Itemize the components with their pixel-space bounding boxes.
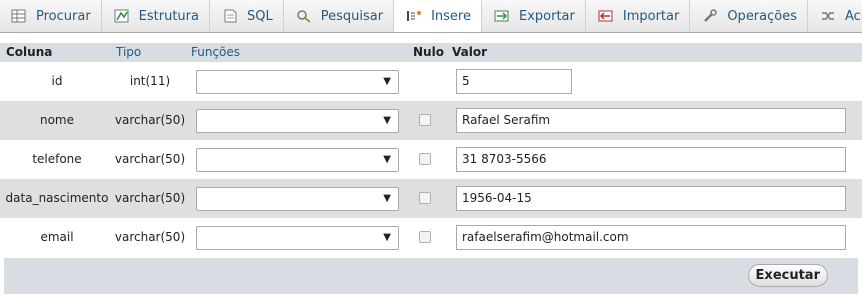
- chevron-down-icon: ▼: [383, 115, 391, 126]
- operations-icon: [702, 9, 718, 23]
- null-checkbox[interactable]: [419, 153, 431, 165]
- execute-button[interactable]: Executar: [747, 264, 828, 287]
- column-name: telefone: [32, 152, 82, 166]
- tab-estrutura-label: Estrutura: [138, 8, 199, 24]
- column-type: varchar(50): [114, 230, 186, 244]
- tab-acoes[interactable]: Acio: [808, 0, 862, 32]
- table-row: nome varchar(50) ▼ Rafael Serafim: [0, 101, 862, 140]
- value-input[interactable]: 1956-04-15: [456, 186, 846, 211]
- header-valor: Valor: [452, 45, 488, 59]
- tab-estrutura[interactable]: Estrutura: [101, 0, 210, 32]
- header-funcoes[interactable]: Funções: [191, 45, 240, 59]
- header-tipo[interactable]: Tipo: [116, 45, 141, 59]
- tab-importar-label: Importar: [622, 8, 680, 24]
- function-select[interactable]: ▼: [196, 148, 399, 172]
- null-checkbox[interactable]: [419, 231, 431, 243]
- tab-procurar[interactable]: Procurar: [0, 0, 102, 32]
- value-input[interactable]: Rafael Serafim: [456, 108, 846, 133]
- export-icon: [494, 9, 510, 23]
- column-name: nome: [39, 113, 75, 127]
- search-icon: [296, 9, 312, 23]
- table-row: data_nascimento varchar(50) ▼ 1956-04-15: [0, 179, 862, 218]
- column-name: data_nascimento: [5, 191, 109, 205]
- chevron-down-icon: ▼: [383, 232, 391, 243]
- tab-pesquisar-label: Pesquisar: [320, 8, 384, 24]
- browse-icon: [11, 9, 27, 23]
- table-row: id int(11) ▼ 5: [0, 62, 862, 101]
- chevron-down-icon: ▼: [383, 154, 391, 165]
- function-select[interactable]: ▼: [196, 70, 399, 94]
- table-row: telefone varchar(50) ▼ 31 8703-5566: [0, 140, 862, 179]
- chevron-down-icon: ▼: [383, 193, 391, 204]
- tab-operacoes-label: Operações: [727, 8, 797, 24]
- value-input[interactable]: rafaelserafim@hotmail.com: [456, 225, 846, 250]
- table-header: Coluna Tipo Funções Nulo Valor: [0, 43, 862, 62]
- tab-importar[interactable]: Importar: [585, 0, 691, 32]
- tab-operacoes[interactable]: Operações: [690, 0, 808, 32]
- tab-acoes-label: Acio: [845, 8, 862, 24]
- tab-pesquisar[interactable]: Pesquisar: [283, 0, 395, 32]
- chevron-down-icon: ▼: [383, 76, 391, 87]
- tab-bar: Procurar Estrutura SQL Pesquisar Insere …: [0, 0, 862, 33]
- null-checkbox[interactable]: [419, 192, 431, 204]
- tab-sql[interactable]: SQL: [210, 0, 284, 32]
- tab-sql-label: SQL: [247, 8, 273, 24]
- triggers-icon: [820, 9, 836, 23]
- import-icon: [598, 9, 614, 23]
- tab-insere[interactable]: Insere: [394, 0, 482, 32]
- column-name: email: [40, 230, 74, 244]
- structure-icon: [114, 9, 130, 23]
- tab-insere-label: Insere: [431, 8, 471, 24]
- column-type: varchar(50): [114, 152, 186, 166]
- tab-procurar-label: Procurar: [36, 8, 91, 24]
- tab-exportar[interactable]: Exportar: [481, 0, 586, 32]
- function-select[interactable]: ▼: [196, 226, 399, 250]
- column-type: int(11): [129, 74, 171, 88]
- function-select[interactable]: ▼: [196, 187, 399, 211]
- column-type: varchar(50): [114, 191, 186, 205]
- sql-icon: [222, 9, 238, 23]
- column-name: id: [51, 74, 63, 88]
- function-select[interactable]: ▼: [196, 109, 399, 133]
- header-nulo: Nulo: [413, 45, 444, 59]
- insert-icon: [406, 9, 422, 23]
- null-checkbox[interactable]: [419, 114, 431, 126]
- form-footer: Executar: [4, 258, 858, 294]
- header-coluna: Coluna: [6, 45, 53, 59]
- table-row: email varchar(50) ▼ rafaelserafim@hotmai…: [0, 218, 862, 257]
- column-type: varchar(50): [114, 113, 186, 127]
- value-input[interactable]: 31 8703-5566: [456, 147, 846, 172]
- tab-exportar-label: Exportar: [518, 8, 575, 24]
- value-input[interactable]: 5: [456, 69, 572, 94]
